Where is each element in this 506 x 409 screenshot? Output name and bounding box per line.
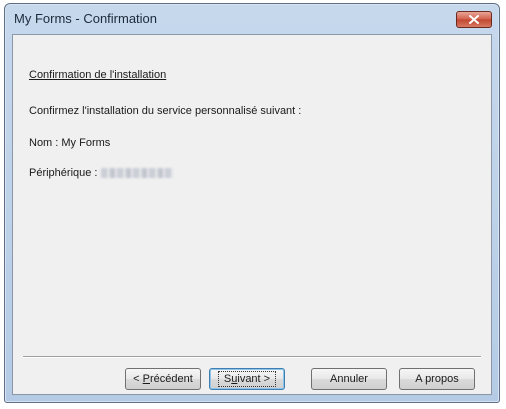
device-label: Périphérique : [29,167,98,179]
back-button[interactable]: < Précédent [125,368,201,390]
back-button-label: < Précédent [133,373,193,385]
next-button[interactable]: Suivant > [209,368,285,390]
service-name-text: Nom : My Forms [29,137,111,149]
device-line: Périphérique : [29,167,173,179]
title-bar[interactable]: My Forms - Confirmation [5,4,499,34]
separator-line [23,356,481,358]
close-button[interactable] [456,11,492,28]
next-button-label: Suivant > [217,371,277,387]
dialog-content: Confirmation de l'installation Confirmez… [12,34,492,395]
cancel-button[interactable]: Annuler [311,368,387,390]
instruction-text: Confirmez l'installation du service pers… [29,105,302,117]
window-title: My Forms - Confirmation [14,11,158,26]
about-button[interactable]: A propos [399,368,475,390]
close-icon [469,15,479,24]
device-address-redacted [100,168,173,179]
section-heading: Confirmation de l'installation [29,69,167,81]
dialog-window: My Forms - Confirmation Confirmation de … [4,3,500,403]
